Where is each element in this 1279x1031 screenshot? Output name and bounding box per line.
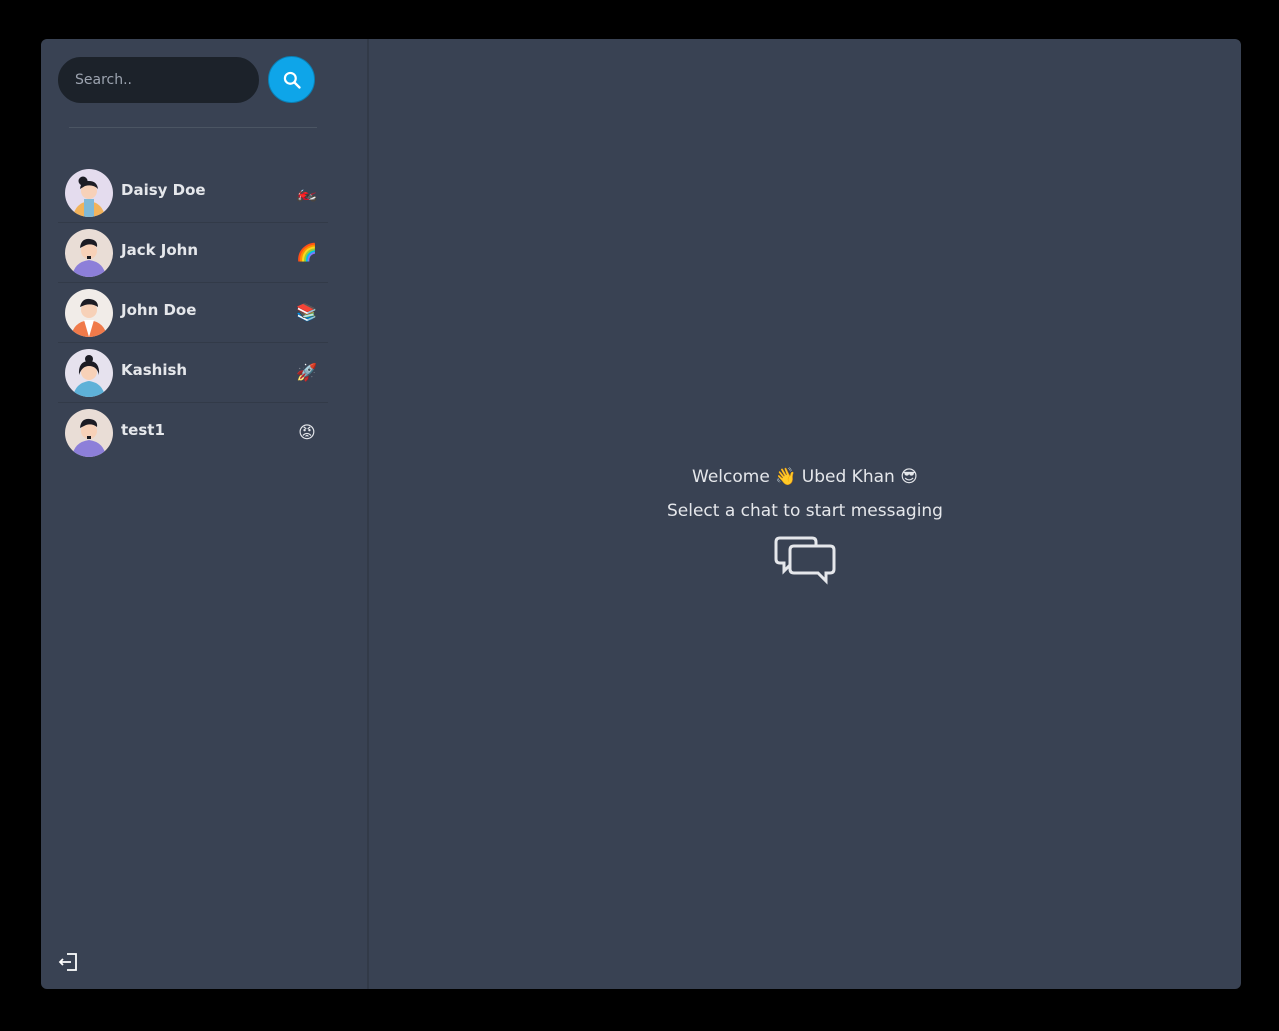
contact-name: Kashish: [121, 360, 188, 379]
wave-emoji: 👋: [775, 467, 797, 487]
contact-item[interactable]: John Doe 📚: [58, 283, 328, 343]
contact-name: John Doe: [121, 300, 197, 319]
avatar: [65, 348, 113, 397]
contact-name: test1: [121, 421, 165, 439]
search-bar: [58, 56, 367, 103]
contact-status-emoji: 😡: [298, 423, 316, 443]
contact-item[interactable]: test1 😡: [58, 403, 328, 463]
sidebar-divider: [69, 127, 317, 128]
cool-emoji: 😎: [900, 467, 918, 487]
search-button[interactable]: [268, 56, 315, 103]
logout-icon: [58, 953, 77, 971]
contact-status-emoji: 📚: [296, 302, 318, 323]
contact-status-emoji: 🏍️: [296, 182, 318, 203]
contact-name: Daisy Doe: [121, 180, 206, 199]
contact-item[interactable]: Jack John 🌈: [58, 223, 328, 283]
search-icon: [283, 71, 301, 89]
main-panel: Welcome 👋 Ubed Khan 😎 Select a chat to s…: [369, 39, 1241, 989]
user-name: Ubed Khan: [801, 467, 895, 487]
contact-item[interactable]: Daisy Doe 🏍️: [58, 163, 328, 223]
avatar: [65, 409, 113, 457]
search-input[interactable]: [58, 56, 259, 103]
avatar: [65, 168, 113, 217]
logout-button[interactable]: [58, 951, 80, 973]
select-chat-prompt: Select a chat to start messaging: [667, 501, 943, 521]
contact-name: Jack John: [121, 240, 199, 259]
contact-status-emoji: 🚀: [296, 362, 318, 383]
welcome-block: Welcome 👋 Ubed Khan 😎 Select a chat to s…: [667, 467, 943, 589]
contact-list: Daisy Doe 🏍️ Jack John 🌈 John Doe 📚 Kash…: [58, 163, 328, 463]
sidebar: Daisy Doe 🏍️ Jack John 🌈: [41, 39, 369, 989]
welcome-message: Welcome 👋 Ubed Khan 😎: [667, 467, 943, 487]
welcome-prefix: Welcome: [692, 467, 770, 487]
avatar: [65, 288, 113, 337]
chat-app: Daisy Doe 🏍️ Jack John 🌈: [41, 39, 1241, 989]
avatar: [65, 228, 113, 277]
chat-bubbles-icon: [667, 535, 943, 589]
contact-item[interactable]: Kashish 🚀: [58, 343, 328, 403]
contact-status-emoji: 🌈: [296, 242, 318, 263]
